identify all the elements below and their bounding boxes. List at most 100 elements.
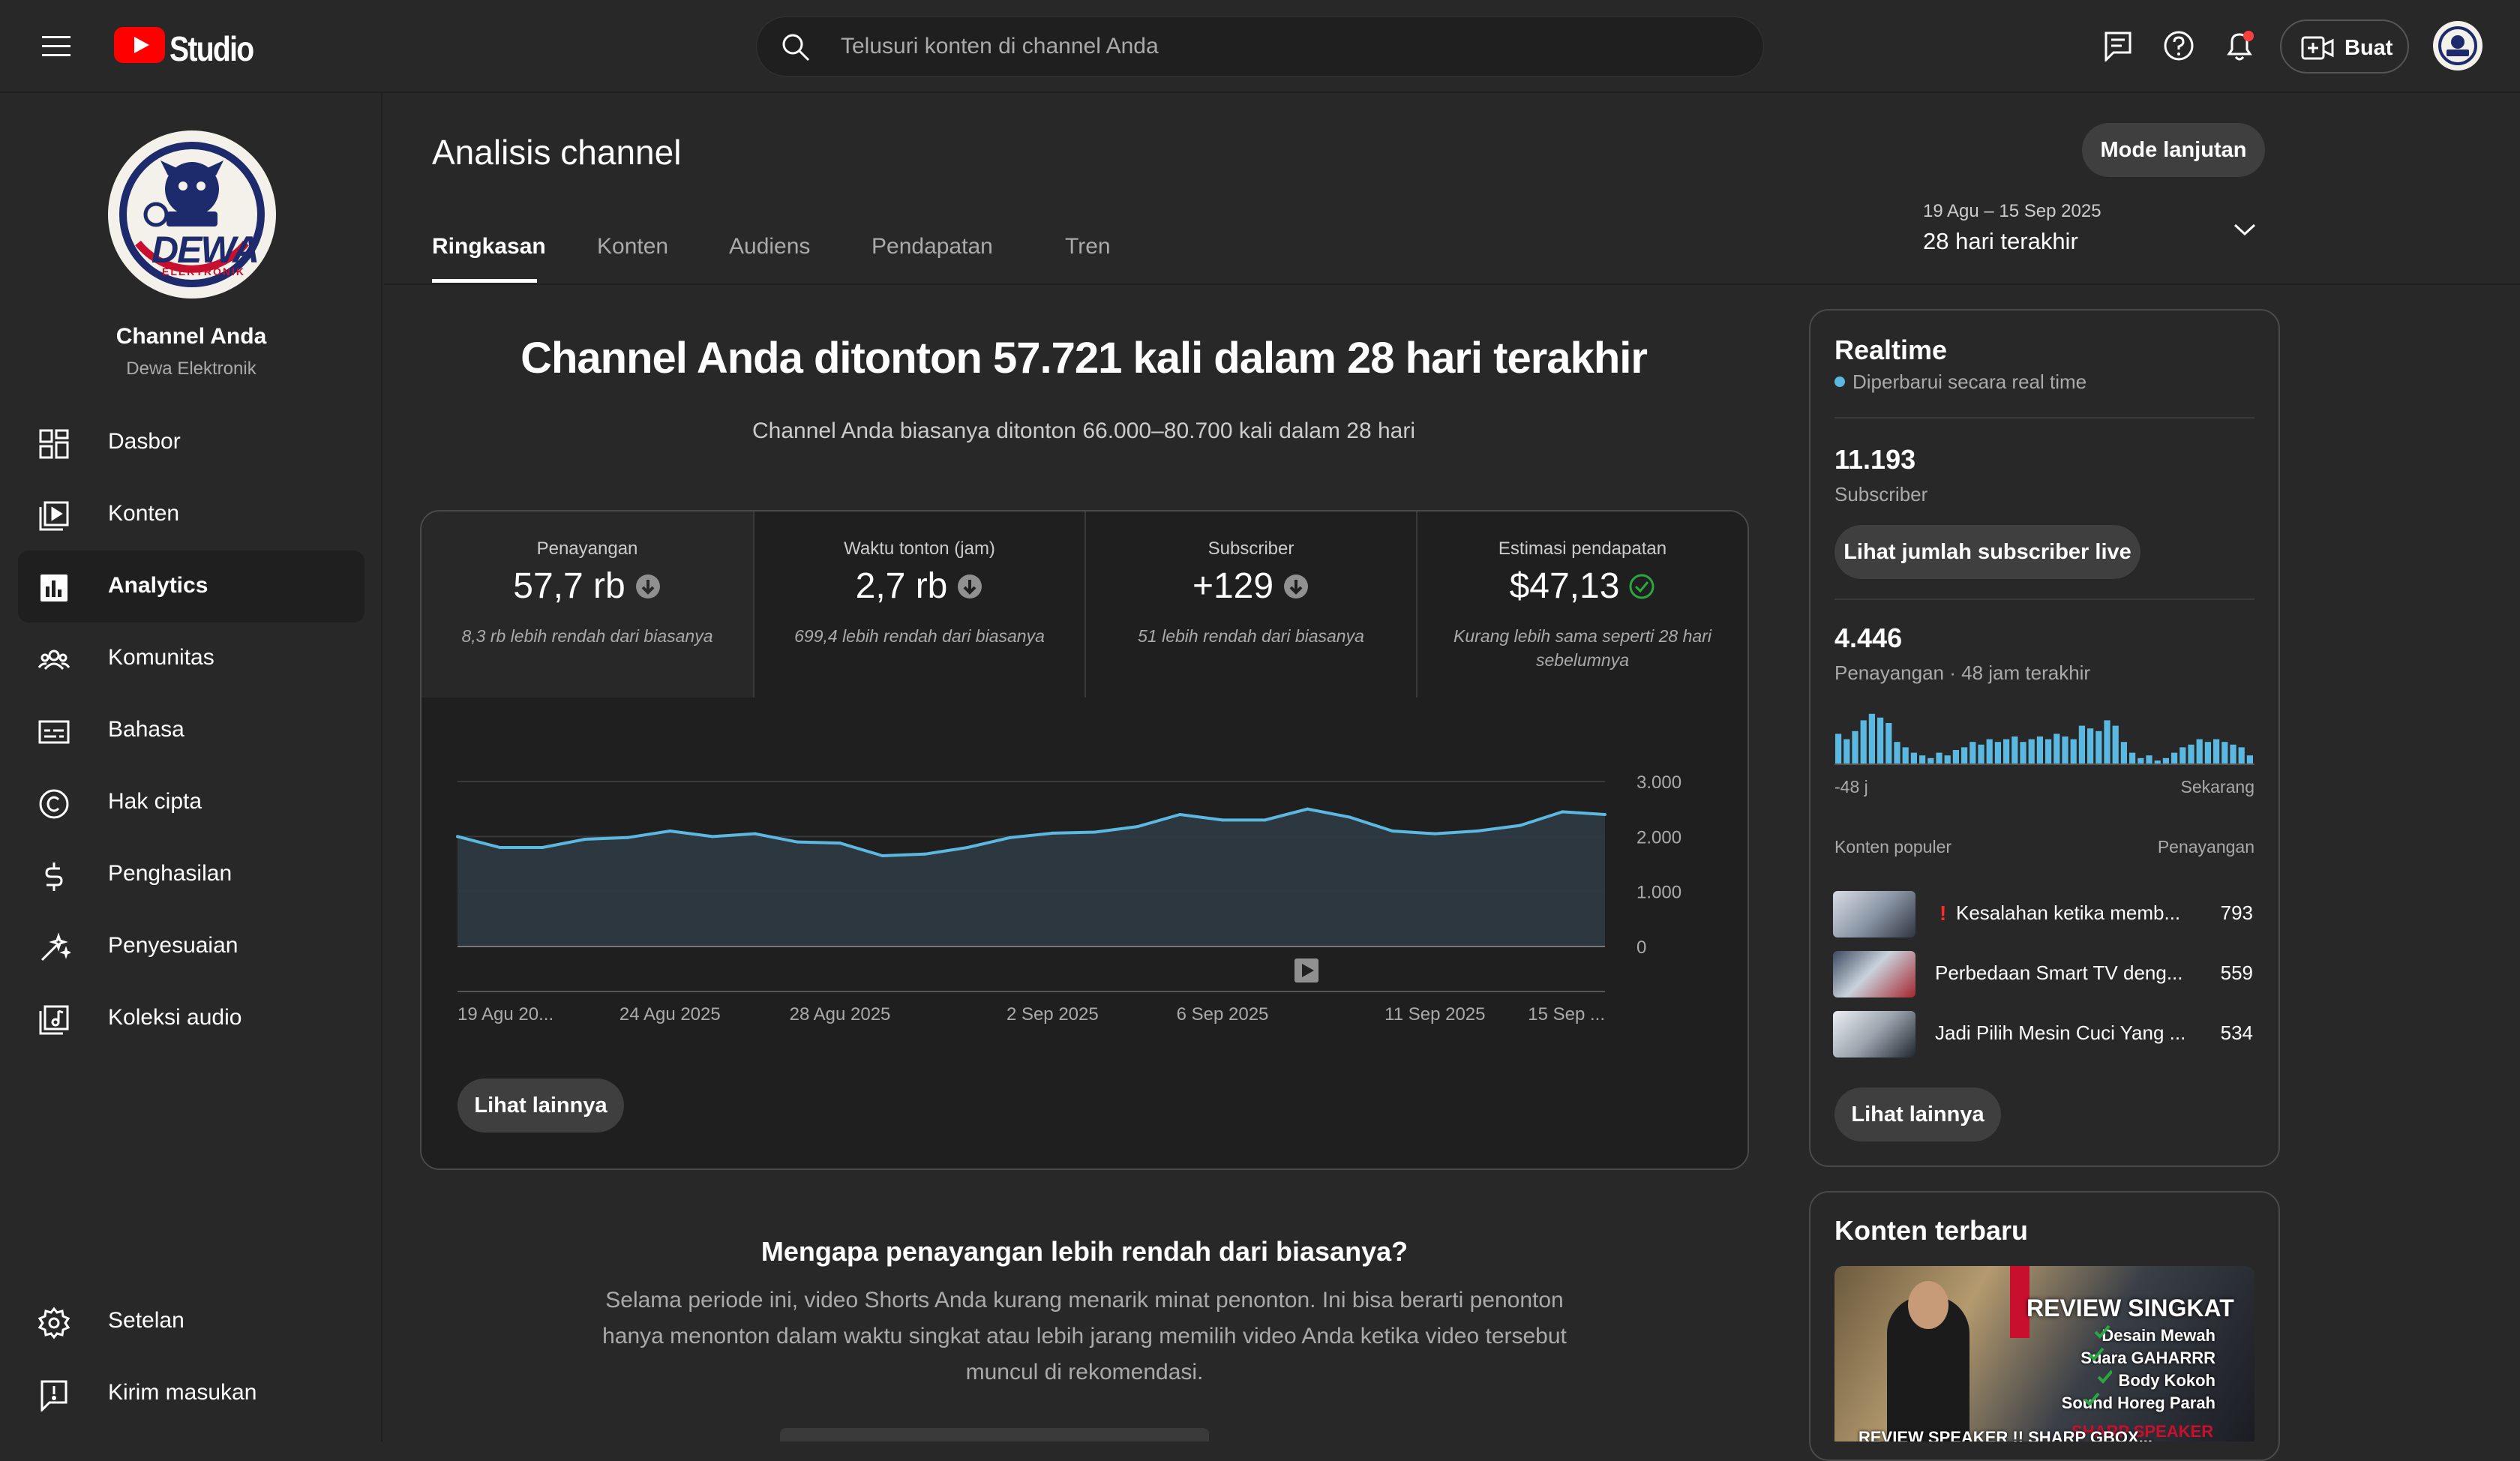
sidebar-item-setelan[interactable]: Setelan [18,1286,364,1358]
realtime-bar [1868,713,1875,764]
create-button[interactable]: Buat [2280,20,2409,74]
tab-audiens[interactable]: Audiens [729,234,810,260]
chart-data-point [1433,832,1437,836]
metric-value-row: 57,7 rb [422,566,753,607]
realtime-bar [1877,717,1884,764]
sidebar-item-hak-cipta[interactable]: Hak cipta [18,766,364,838]
realtime-bar-chart[interactable] [1834,705,2254,764]
sidebar-item-label: Setelan [108,1308,184,1333]
magic-wand-icon [40,932,70,962]
realtime-bar [2070,739,2077,764]
realtime-bar [2054,734,2060,764]
sidebar-item-penghasilan[interactable]: Penghasilan [18,838,364,910]
top-bar: Studio Telusuri konten di channel Anda B… [0,0,2520,93]
sidebar-item-dasbor[interactable]: Dasbor [18,406,364,478]
chart-data-point [1390,830,1394,832]
realtime-bar [2087,728,2094,764]
realtime-bar [2230,744,2236,764]
help-icon[interactable] [2163,30,2194,62]
metric-value-row: 2,7 rb [754,566,1084,607]
check-circle-icon [1629,574,1654,598]
tab-ringkasan[interactable]: Ringkasan [432,234,546,260]
metric-value: +129 [1192,566,1274,606]
explanation-media-placeholder [780,1428,1209,1442]
sidebar-item-koleksi-audio[interactable]: Koleksi audio [18,982,364,1054]
summary-subline: Channel Anda biasanya ditonton 66.000–80… [752,418,1415,443]
sidebar: DEWA ELEKTRONIK Channel Anda Dewa Elektr… [0,93,382,1442]
realtime-bar [2120,742,2127,764]
popular-item-views: 793 [2220,902,2253,924]
realtime-title: Realtime [1834,334,1948,365]
account-avatar[interactable] [2433,21,2482,70]
date-range: 19 Agu – 15 Sep 2025 [1923,201,2102,221]
sidebar-item-penyesuaian[interactable]: Penyesuaian [18,910,364,982]
header-divider [384,284,2520,285]
sidebar-item-label: Bahasa [108,717,184,742]
latest-content-title: Konten terbaru [1834,1215,2029,1246]
date-range-picker[interactable]: 19 Agu – 15 Sep 2025 28 hari terakhir [1923,196,2268,264]
dashboard-icon [39,429,69,459]
captions-feedback-icon[interactable] [2103,30,2133,62]
metric-label: Estimasi pendapatan [1498,538,1667,559]
realtime-bar [2171,752,2178,764]
realtime-bar [2246,755,2253,764]
metric-value-row: $47,13 [1418,566,1748,607]
metric-tile-revenue[interactable]: Estimasi pendapatan $47,13 Kurang lebih … [1416,512,1748,698]
sidebar-item-label: Analytics [108,573,208,598]
sidebar-item-bahasa[interactable]: Bahasa [18,694,364,766]
chart-data-point [880,854,884,857]
chart-data-point [711,835,714,838]
metric-tile-subscribers[interactable]: Subscriber +129 51 lebih rendah dari bia… [1084,512,1416,698]
realtime-bar [2222,742,2228,764]
realtime-bar [2020,742,2026,764]
live-subscriber-button[interactable]: Lihat jumlah subscriber live [1834,525,2140,579]
metric-label: Subscriber [1208,538,1294,559]
realtime-bar [1852,730,1858,764]
tab-konten[interactable]: Konten [597,234,668,260]
popular-item[interactable]: Perbedaan Smart TV deng... 559 [1833,951,2253,998]
popular-item[interactable]: Jadi Pilih Mesin Cuci Yang ... 534 [1833,1011,2253,1058]
chart-see-more-button[interactable]: Lihat lainnya [458,1078,624,1132]
realtime-bar [2162,758,2169,764]
chart-data-point [668,830,672,832]
active-tab-underline [432,279,537,283]
sidebar-item-kirim-masukan[interactable]: Kirim masukan [18,1358,364,1430]
thumbnail-footer: REVIEW SPEAKER !! SHARP GBOX... [1858,1428,2152,1442]
tab-tren[interactable]: Tren [1065,234,1111,260]
studio-logo[interactable]: Studio [114,24,264,69]
analytics-icon [40,574,68,602]
latest-video-thumbnail[interactable]: REVIEW SINGKAT Desain Mewah Suara GAHARR… [1834,1266,2254,1442]
hamburger-menu-icon[interactable] [40,32,72,62]
metric-tile-watch-time[interactable]: Waktu tonton (jam) 2,7 rb 699,4 lebih re… [753,512,1084,698]
chart-data-point [1518,824,1522,827]
realtime-bar [1902,747,1909,764]
channel-avatar[interactable]: DEWA ELEKTRONIK [108,130,276,298]
popular-item[interactable]: ! Kesalahan ketika memb... 793 [1833,891,2253,938]
notifications-bell-icon[interactable] [2223,28,2256,63]
metric-value: 2,7 rb [855,566,948,606]
realtime-bar [2045,739,2052,764]
realtime-subscriber-label: Subscriber [1834,483,1928,506]
chart-data-point [541,846,544,849]
popular-item-alert: ! [1940,902,1947,925]
metric-value: $47,13 [1509,566,1620,606]
sidebar-item-konten[interactable]: Konten [18,478,364,550]
page-title: Analisis channel [432,133,682,172]
tab-pendapatan[interactable]: Pendapatan [872,234,993,260]
metric-label: Waktu tonton (jam) [844,538,995,559]
sidebar-item-analytics[interactable]: Analytics [18,550,364,622]
search-box[interactable]: Telusuri konten di channel Anda [756,16,1764,76]
realtime-bar [2104,720,2110,764]
sidebar-item-komunitas[interactable]: Komunitas [18,622,364,694]
thumbnail-heading: REVIEW SINGKAT [2026,1294,2234,1322]
chart-data-point [1008,836,1012,839]
views-line-chart[interactable]: 3.000 2.000 1.000 0 19 Agu 20... 24 Agu 2025 2… [422,698,1748,1028]
metric-tile-views[interactable]: Penayangan 57,7 rb 8,3 rb lebih rendah d… [422,512,753,698]
sidebar-item-label: Komunitas [108,645,214,670]
arrow-down-circle-icon [635,574,660,598]
metric-note: Kurang lebih sama seperti 28 hari sebelu… [1454,626,1712,670]
realtime-view-label: Penayangan · 48 jam terakhir [1834,662,2091,684]
advanced-mode-button[interactable]: Mode lanjutan [2082,123,2265,177]
create-button-label: Buat [2344,36,2393,60]
realtime-see-more-button[interactable]: Lihat lainnya [1834,1088,2001,1142]
